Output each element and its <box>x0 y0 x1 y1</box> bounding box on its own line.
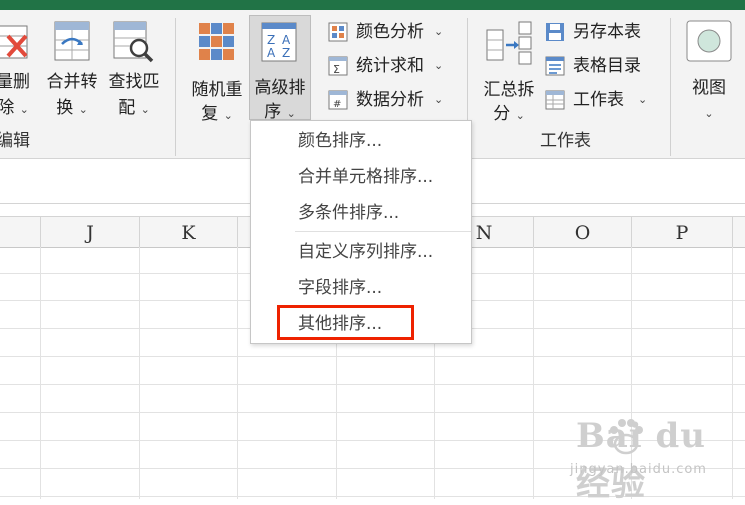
column-header-p[interactable]: P <box>632 217 733 247</box>
random-repeat-label-line2: 复 <box>201 104 219 124</box>
svg-text:A: A <box>282 33 291 47</box>
table-directory-button[interactable]: 表格目录 <box>545 51 655 81</box>
stats-sum-icon: Σ <box>328 56 348 76</box>
table-directory-icon <box>545 56 565 76</box>
baidu-jingyan-watermark: Bai du 经验 jingyan.baidu.com <box>566 412 741 504</box>
svg-text:Σ: Σ <box>333 63 340 76</box>
find-match-label-line1: 查找匹 <box>108 72 160 92</box>
worksheet-button[interactable]: 工作表 ⌄ <box>545 85 655 115</box>
advanced-sort-button[interactable]: Z A A Z 高级排 序 ⌄ <box>249 15 311 122</box>
table-directory-label: 表格目录 <box>573 56 641 76</box>
advanced-sort-label-line1: 高级排 <box>254 78 306 98</box>
chevron-down-icon: ⌄ <box>434 59 444 72</box>
menu-item-field-sort[interactable]: 字段排序... <box>251 270 471 306</box>
chevron-down-icon: ⌄ <box>434 93 444 106</box>
chevron-down-icon: ⌄ <box>19 103 29 116</box>
chevron-down-icon: ⌄ <box>515 109 525 122</box>
data-analysis-icon: # <box>328 90 348 110</box>
watermark-text: Bai du 经验 <box>576 416 707 504</box>
chevron-down-icon: ⌄ <box>704 107 714 120</box>
menu-item-custom-sequence-sort[interactable]: 自定义序列排序... <box>251 234 471 270</box>
worksheet-label: 工作表 <box>573 90 624 110</box>
color-analysis-button[interactable]: 颜色分析 ⌄ <box>328 17 448 47</box>
sort-az-icon: Z A A Z <box>261 22 297 62</box>
chevron-down-icon: ⌄ <box>223 109 233 122</box>
data-analysis-label: 数据分析 <box>356 90 424 110</box>
chevron-down-icon: ⌄ <box>140 103 150 116</box>
batch-delete-label-line1: 量删 <box>0 72 30 92</box>
svg-text:#: # <box>333 99 341 110</box>
summary-split-icon <box>486 21 532 65</box>
column-header-o[interactable]: O <box>534 217 632 247</box>
merge-convert-icon <box>54 21 90 61</box>
view-icon <box>686 20 732 62</box>
find-match-button[interactable]: 查找匹 配 ⌄ <box>103 18 165 123</box>
group-label-edit: 编辑 <box>0 131 30 151</box>
color-grid-icon <box>199 23 234 60</box>
chevron-down-icon: ⌄ <box>638 93 648 106</box>
advanced-sort-label-line2: 序 <box>264 102 282 122</box>
menu-item-merged-cell-sort[interactable]: 合并单元格排序... <box>251 159 471 195</box>
save-as-table-button[interactable]: 另存本表 <box>545 17 655 47</box>
chevron-down-icon: ⌄ <box>78 103 88 116</box>
chevron-down-icon: ⌄ <box>434 25 444 38</box>
summary-split-label-line2: 分 <box>493 104 511 124</box>
batch-delete-button[interactable]: 量删 除 ⌄ <box>0 18 38 123</box>
view-button[interactable]: 视图 ⌄ <box>680 18 738 123</box>
worksheet-icon <box>545 90 565 110</box>
column-header-j[interactable]: J <box>41 217 140 247</box>
find-table-icon <box>113 21 154 63</box>
batch-delete-label-line2: 除 <box>0 98 15 118</box>
random-repeat-button[interactable]: 随机重 复 ⌄ <box>186 18 248 124</box>
merge-convert-label-line2: 换 <box>56 98 74 118</box>
highlight-box <box>277 305 414 340</box>
group-separator <box>670 18 671 156</box>
stats-sum-label: 统计求和 <box>356 56 424 76</box>
random-repeat-label-line1: 随机重 <box>191 80 243 100</box>
save-table-icon <box>546 23 564 41</box>
watermark-url: jingyan.baidu.com <box>570 462 707 477</box>
menu-item-color-sort[interactable]: 颜色排序... <box>251 123 471 159</box>
color-analysis-label: 颜色分析 <box>356 22 424 42</box>
view-label: 视图 <box>692 78 726 98</box>
column-header-partial[interactable] <box>0 217 41 247</box>
svg-text:A: A <box>267 46 276 60</box>
save-as-table-label: 另存本表 <box>573 22 641 42</box>
find-match-label-line2: 配 <box>118 98 136 118</box>
svg-text:Z: Z <box>282 46 290 60</box>
menu-item-multi-condition-sort[interactable]: 多条件排序... <box>251 195 471 231</box>
column-header-k[interactable]: K <box>140 217 238 247</box>
chevron-down-icon: ⌄ <box>286 107 296 120</box>
stats-sum-button[interactable]: Σ 统计求和 ⌄ <box>328 51 448 81</box>
merge-convert-button[interactable]: 合并转 换 ⌄ <box>42 18 102 123</box>
merge-convert-label-line1: 合并转 <box>46 72 98 92</box>
group-label-worksheet: 工作表 <box>540 131 591 151</box>
summary-split-label-line1: 汇总拆 <box>483 80 535 100</box>
svg-text:Z: Z <box>267 33 275 47</box>
delete-table-icon <box>0 25 28 59</box>
group-separator <box>175 18 176 156</box>
summary-split-button[interactable]: 汇总拆 分 ⌄ <box>478 18 540 124</box>
data-analysis-button[interactable]: # 数据分析 ⌄ <box>328 85 448 115</box>
menu-separator <box>295 231 471 232</box>
app-title-strip <box>0 0 745 10</box>
color-analysis-icon <box>328 22 348 42</box>
